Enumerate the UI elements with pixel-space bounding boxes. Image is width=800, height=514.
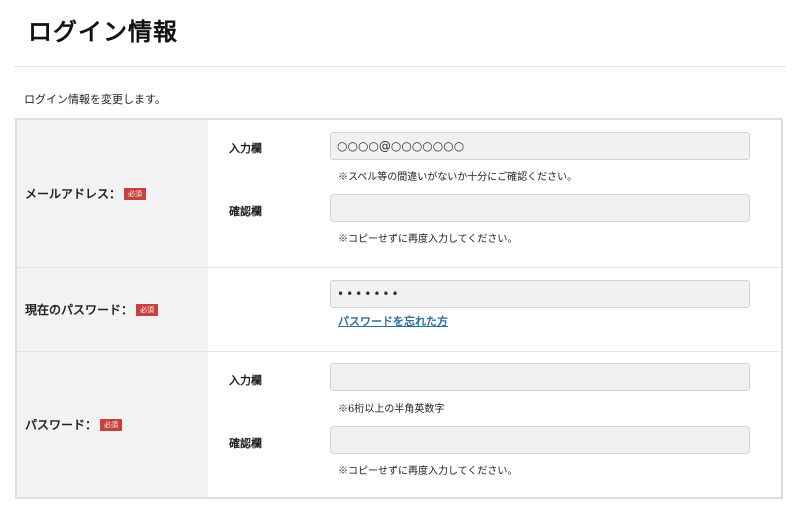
password-label: パスワード： bbox=[25, 418, 98, 432]
current-password-input[interactable] bbox=[330, 280, 750, 308]
password-input-note: ※6桁以上の半角英数字 bbox=[338, 404, 445, 415]
required-badge: 必須 bbox=[136, 303, 159, 316]
email-label-cell: メールアドレス： 必須 bbox=[17, 120, 208, 267]
current-password-label: 現在のパスワード： bbox=[25, 303, 134, 317]
email-confirm-input[interactable] bbox=[330, 194, 750, 222]
page-title: ログイン情報 bbox=[28, 18, 178, 46]
intro-text: ログイン情報を変更します。 bbox=[24, 93, 166, 106]
login-info-form: メールアドレス： 必須 入力欄 ※スペル等の間違いがないか十分にご確認ください。… bbox=[15, 118, 783, 499]
email-input[interactable] bbox=[330, 132, 750, 160]
forgot-password-link[interactable]: パスワードを忘れた方 bbox=[338, 313, 448, 329]
password-confirm-note: ※コピーせずに再度入力してください。 bbox=[338, 466, 518, 477]
current-password-label-cell: 現在のパスワード： 必須 bbox=[17, 268, 208, 351]
email-input-label: 入力欄 bbox=[229, 142, 262, 155]
email-label: メールアドレス： bbox=[25, 187, 122, 201]
password-label-cell: パスワード： 必須 bbox=[17, 352, 208, 497]
password-confirm-label: 確認欄 bbox=[229, 437, 262, 450]
password-confirm-input[interactable] bbox=[330, 426, 750, 454]
password-input-label: 入力欄 bbox=[229, 374, 262, 387]
email-confirm-label: 確認欄 bbox=[229, 205, 262, 218]
required-badge: 必須 bbox=[124, 187, 147, 200]
email-row: メールアドレス： 必須 入力欄 ※スペル等の間違いがないか十分にご確認ください。… bbox=[17, 120, 781, 268]
email-input-note: ※スペル等の間違いがないか十分にご確認ください。 bbox=[338, 172, 578, 183]
title-divider bbox=[14, 66, 786, 67]
email-confirm-note: ※コピーせずに再度入力してください。 bbox=[338, 234, 518, 245]
password-input[interactable] bbox=[330, 363, 750, 391]
password-row: パスワード： 必須 入力欄 ※6桁以上の半角英数字 確認欄 ※コピーせずに再度入… bbox=[17, 352, 781, 497]
required-badge: 必須 bbox=[100, 418, 123, 431]
current-password-row: 現在のパスワード： 必須 パスワードを忘れた方 bbox=[17, 268, 781, 352]
